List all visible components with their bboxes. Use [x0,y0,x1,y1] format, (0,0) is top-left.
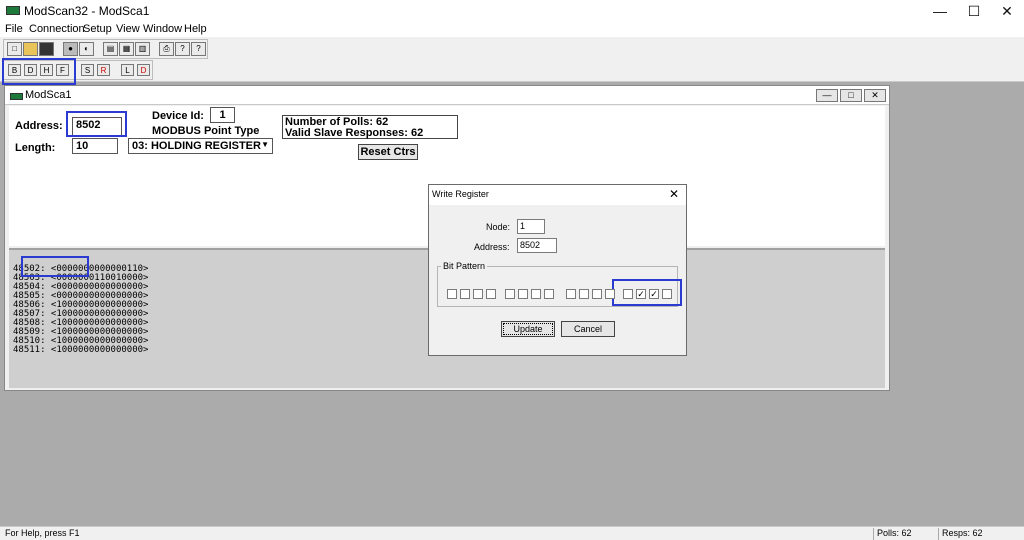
device-id-label: Device Id: [152,110,204,122]
arrange-icon[interactable]: ▥ [135,42,150,56]
update-button[interactable]: Update [501,321,555,337]
menu-help[interactable]: Help [184,23,207,35]
close-button[interactable]: ✕ [990,0,1024,22]
point-type-select[interactable]: 03: HOLDING REGISTER ▼ [128,138,273,154]
context-help-icon[interactable]: ? [191,42,206,56]
menu-view[interactable]: View [116,23,140,35]
bit-checkbox[interactable] [579,289,589,299]
menu-setup[interactable]: Setup [83,23,112,35]
app-icon [6,6,20,15]
bit-checkbox[interactable] [662,289,672,299]
responses-count-text: Valid Slave Responses: 62 [285,127,424,139]
child-minimize-button[interactable]: — [816,89,838,102]
dialog-address-label: Address: [474,242,510,252]
bit-checkbox[interactable] [623,289,633,299]
bit-checkbox[interactable] [486,289,496,299]
highlight-box [2,58,76,85]
status-resps: Resps: 62 [938,528,1008,540]
register-line: 48511: <1000000000000000> [13,345,149,355]
bit-checkbox[interactable] [544,289,554,299]
bit-checkbox[interactable] [518,289,528,299]
bit-checkbox[interactable] [605,289,615,299]
menu-window[interactable]: Window [143,23,182,35]
child-title: ModSca1 [25,89,72,101]
status-help-text: For Help, press F1 [5,528,80,538]
disconnect-icon[interactable]: ◐ [79,42,94,56]
address-highlight [66,111,127,137]
bit-checkbox[interactable] [592,289,602,299]
node-label: Node: [486,222,511,232]
point-type-label: MODBUS Point Type [152,125,260,137]
minimize-button[interactable]: — [923,0,957,22]
child-close-button[interactable]: ✕ [864,89,886,102]
poll-stats-box: Number of Polls: 62 Valid Slave Response… [282,115,458,139]
dialog-title: Write Register [432,189,489,199]
bit-checkbox[interactable] [531,289,541,299]
bit-pattern-label: Bit Pattern [441,261,488,271]
bit-checkbox[interactable]: ✓ [636,289,646,299]
dialog-address-input[interactable]: 8502 [517,238,557,253]
reset-counters-button[interactable]: Reset Ctrs [358,144,418,160]
register-highlight [21,256,89,277]
connect-icon[interactable]: ● [63,42,78,56]
dialog-title-bar: Write Register ✕ [429,185,686,205]
help-icon[interactable]: ? [175,42,190,56]
node-input[interactable]: 1 [517,219,545,234]
bit-checkbox[interactable]: ✓ [649,289,659,299]
toolbar-area: □ ● ◐ ▤ ▦ ▥ ⎙ ? ? B D H F S R L D [0,37,1024,85]
length-label: Length: [15,142,56,154]
child-app-icon [10,93,23,100]
bit-checkbox[interactable] [447,289,457,299]
cascade-icon[interactable]: ▦ [119,42,134,56]
print-icon[interactable]: ⎙ [159,42,174,56]
bit-checkbox[interactable] [460,289,470,299]
reverse-display-icon[interactable]: R [97,64,110,76]
dialog-close-icon[interactable]: ✕ [669,187,679,201]
menu-connection[interactable]: Connection [29,23,85,35]
status-bar: For Help, press F1 Polls: 62 Resps: 62 [0,526,1024,540]
save-icon[interactable] [39,42,54,56]
long-display-icon[interactable]: L [121,64,134,76]
open-icon[interactable] [23,42,38,56]
maximize-button[interactable]: ☐ [957,0,991,22]
tile-icon[interactable]: ▤ [103,42,118,56]
double-display-icon[interactable]: D [137,64,150,76]
new-icon[interactable]: □ [7,42,22,56]
menu-file[interactable]: File [5,23,23,35]
child-title-bar: ModSca1 — □ ✕ [5,86,889,105]
length-input[interactable]: 10 [72,138,118,154]
swapped-display-icon[interactable]: S [81,64,94,76]
bit-checkbox[interactable] [505,289,515,299]
write-register-dialog: Write Register ✕ Node: 1 Address: 8502 B… [428,184,687,356]
dropdown-arrow-icon: ▼ [261,140,269,149]
address-label: Address: [15,120,63,132]
bit-checkbox[interactable] [473,289,483,299]
point-type-value: 03: HOLDING REGISTER [132,140,261,152]
cancel-button[interactable]: Cancel [561,321,615,337]
bit-checkbox[interactable] [566,289,576,299]
app-title-bar: ModScan32 - ModSca1 — ☐ ✕ [0,0,1024,22]
device-id-input[interactable]: 1 [210,107,235,123]
child-maximize-button[interactable]: □ [840,89,862,102]
status-polls: Polls: 62 [873,528,935,540]
main-toolbar: □ ● ◐ ▤ ▦ ▥ ⎙ ? ? [3,39,208,59]
menu-bar: File Connection Setup View Window Help [0,22,1024,37]
window-title: ModScan32 - ModSca1 [24,4,150,18]
